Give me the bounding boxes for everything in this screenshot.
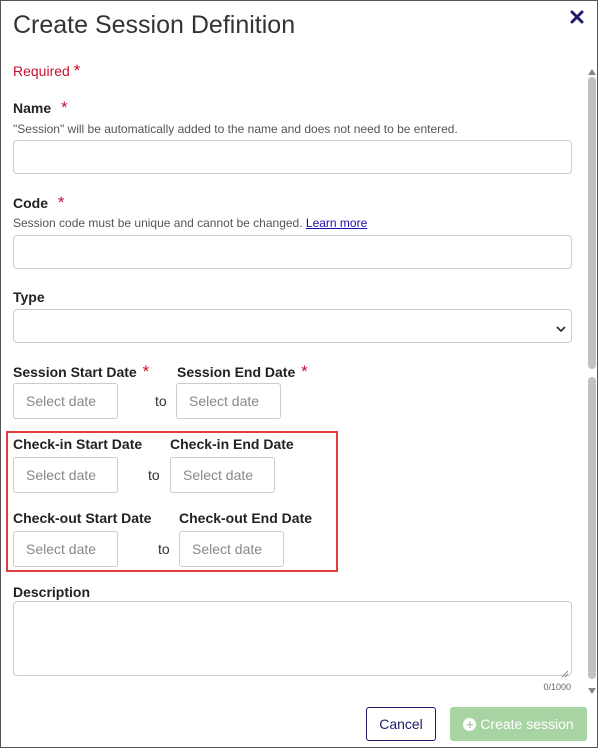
create-session-dialog: Create Session Definition Required * Nam… — [0, 0, 598, 748]
required-star: * — [61, 98, 68, 117]
checkin-start-date-input[interactable]: Select date — [13, 457, 118, 493]
description-label: Description — [13, 584, 91, 600]
checkout-end-label: Check-out End Date — [179, 510, 313, 526]
required-star: * — [142, 362, 150, 381]
session-end-label-row: Session End Date * — [177, 362, 308, 382]
code-label-row: Code * — [13, 193, 65, 213]
scroll-up-arrow-icon[interactable] — [587, 63, 597, 75]
name-input[interactable] — [13, 140, 572, 174]
range-separator: to — [155, 393, 167, 409]
chevron-down-icon — [556, 321, 566, 333]
checkout-start-date-input[interactable]: Select date — [13, 531, 118, 567]
name-hint: "Session" will be automatically added to… — [13, 122, 458, 136]
session-end-date-input[interactable]: Select date — [176, 383, 281, 419]
code-input[interactable] — [13, 235, 572, 269]
character-counter: 0/1000 — [543, 682, 571, 692]
checkout-start-label: Check-out Start Date — [13, 510, 152, 526]
required-legend-label: Required — [13, 63, 70, 79]
description-textarea[interactable] — [13, 601, 572, 678]
scroll-down-arrow-icon[interactable] — [587, 682, 597, 694]
checkout-end-date-input[interactable]: Select date — [179, 531, 284, 567]
checkin-end-label: Check-in End Date — [170, 436, 294, 452]
required-legend: Required * — [13, 61, 80, 81]
required-star: * — [57, 193, 65, 212]
cancel-button[interactable]: Cancel — [366, 707, 436, 741]
required-star: * — [73, 61, 81, 80]
close-icon[interactable] — [569, 9, 585, 25]
type-label: Type — [13, 289, 45, 305]
checkin-end-date-input[interactable]: Select date — [170, 457, 275, 493]
range-separator: to — [158, 541, 170, 557]
scrollbar-thumb[interactable] — [588, 77, 596, 369]
session-end-label: Session End Date — [177, 364, 296, 380]
required-star: * — [301, 362, 308, 381]
create-session-label: Create session — [480, 716, 574, 732]
scrollbar-track-lower[interactable] — [588, 377, 596, 679]
create-session-button[interactable]: + Create session — [450, 707, 587, 741]
range-separator: to — [148, 467, 160, 483]
code-hint: Session code must be unique and cannot b… — [13, 216, 367, 230]
dialog-title: Create Session Definition — [13, 11, 296, 39]
checkin-start-label: Check-in Start Date — [13, 436, 143, 452]
scrollbar[interactable] — [586, 61, 597, 694]
code-hint-text: Session code must be unique and cannot b… — [13, 216, 303, 230]
session-start-label-row: Session Start Date * — [13, 362, 149, 382]
resize-grip-icon[interactable] — [561, 665, 569, 678]
learn-more-link[interactable]: Learn more — [306, 216, 367, 230]
session-start-label: Session Start Date — [13, 364, 137, 380]
type-select[interactable] — [13, 309, 572, 343]
plus-circle-icon: + — [463, 717, 477, 731]
code-label: Code — [13, 195, 48, 211]
name-label: Name — [13, 100, 52, 116]
name-label-row: Name * — [13, 98, 68, 118]
session-start-date-input[interactable]: Select date — [13, 383, 118, 419]
